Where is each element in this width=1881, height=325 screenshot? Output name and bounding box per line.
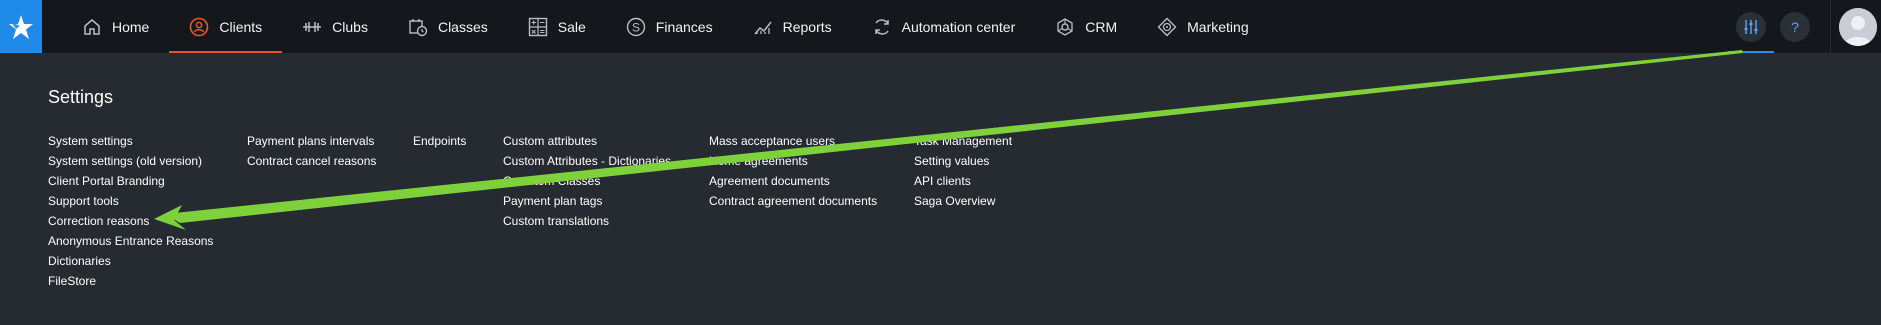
- settings-link[interactable]: Saga Overview: [914, 191, 1012, 211]
- nav-clubs[interactable]: Clubs: [282, 0, 388, 53]
- nav-clubs-label: Clubs: [332, 18, 368, 35]
- settings-column-1: System settings System settings (old ver…: [48, 131, 213, 291]
- help-button[interactable]: ?: [1780, 11, 1810, 42]
- settings-link[interactable]: Custom attributes: [503, 131, 671, 151]
- settings-column-2: Payment plans intervals Contract cancel …: [247, 131, 376, 171]
- settings-link[interactable]: Setting values: [914, 151, 1012, 171]
- svg-text:?: ?: [1791, 19, 1799, 35]
- settings-link[interactable]: Task Management: [914, 131, 1012, 151]
- nav-classes-label: Classes: [437, 18, 488, 35]
- avatar[interactable]: [1839, 7, 1877, 46]
- home-icon: [82, 17, 102, 37]
- dollar-circle-icon: S: [626, 17, 646, 37]
- nav-clients-label: Clients: [219, 18, 263, 35]
- chart-line-icon: [753, 17, 773, 37]
- settings-link[interactable]: Custom translations: [503, 211, 671, 231]
- main-nav: Home Clients Clubs Classes Sale S Financ…: [62, 0, 1269, 53]
- settings-button[interactable]: [1728, 11, 1774, 53]
- user-avatar-icon: [1839, 7, 1877, 46]
- nav-crm[interactable]: CRM: [1035, 0, 1137, 53]
- nav-finances-label: Finances: [655, 18, 713, 35]
- page-title: Settings: [48, 87, 114, 107]
- settings-link[interactable]: Endpoints: [413, 131, 466, 151]
- dumbbell-icon: [302, 17, 322, 37]
- nav-home-label: Home: [112, 18, 150, 35]
- user-menu[interactable]: [1830, 0, 1881, 53]
- settings-link[interactable]: Agreement documents: [709, 171, 877, 191]
- nav-automation-center-label: Automation center: [901, 18, 1016, 35]
- marketing-target-icon: [1157, 17, 1177, 37]
- nav-crm-label: CRM: [1085, 18, 1118, 35]
- settings-link[interactable]: Cost Item Classes: [503, 171, 671, 191]
- sliders-icon: [1744, 19, 1758, 34]
- nav-marketing[interactable]: Marketing: [1137, 0, 1268, 53]
- settings-link[interactable]: Dictionaries: [48, 251, 213, 271]
- question-icon: ?: [1791, 19, 1799, 35]
- app-logo[interactable]: [0, 0, 42, 53]
- nav-marketing-label: Marketing: [1187, 18, 1249, 35]
- nav-sale-label: Sale: [557, 18, 586, 35]
- star-logo-icon: [9, 14, 33, 39]
- nav-home[interactable]: Home: [62, 0, 169, 53]
- settings-link[interactable]: API clients: [914, 171, 1012, 191]
- settings-link[interactable]: Client Portal Branding: [48, 171, 213, 191]
- clients-icon: [189, 17, 209, 37]
- calendar-clock-icon: [408, 17, 428, 37]
- settings-link[interactable]: Support tools: [48, 191, 213, 211]
- settings-link[interactable]: System settings (old version): [48, 151, 213, 171]
- nav-finances[interactable]: S Finances: [606, 0, 733, 53]
- settings-link[interactable]: Payment plan tags: [503, 191, 671, 211]
- crm-network-icon: [1055, 17, 1075, 37]
- settings-column-6: Task Management Setting values API clien…: [914, 131, 1012, 211]
- svg-text:S: S: [632, 20, 640, 34]
- sale-grid-icon: [528, 17, 548, 37]
- nav-reports[interactable]: Reports: [733, 0, 852, 53]
- sync-icon: [872, 17, 892, 37]
- top-navigation-bar: Home Clients Clubs Classes Sale S Financ…: [0, 0, 1881, 53]
- settings-link[interactable]: Home agreements: [709, 151, 877, 171]
- settings-link[interactable]: Payment plans intervals: [247, 131, 376, 151]
- settings-link[interactable]: Custom Attributes - Dictionaries: [503, 151, 671, 171]
- settings-column-3: Endpoints: [413, 131, 466, 151]
- settings-link[interactable]: System settings: [48, 131, 213, 151]
- settings-link-correction-reasons[interactable]: Correction reasons: [48, 211, 213, 231]
- settings-link[interactable]: Contract cancel reasons: [247, 151, 376, 171]
- nav-classes[interactable]: Classes: [388, 0, 508, 53]
- right-toolbar: ?: [1728, 0, 1881, 53]
- settings-link[interactable]: Mass acceptance users: [709, 131, 877, 151]
- settings-column-5: Mass acceptance users Home agreements Ag…: [709, 131, 877, 211]
- settings-link[interactable]: Contract agreement documents: [709, 191, 877, 211]
- settings-link[interactable]: FileStore: [48, 271, 213, 291]
- nav-sale[interactable]: Sale: [508, 0, 606, 53]
- nav-reports-label: Reports: [782, 18, 832, 35]
- settings-column-4: Custom attributes Custom Attributes - Di…: [503, 131, 671, 231]
- nav-clients[interactable]: Clients: [169, 0, 282, 53]
- nav-automation-center[interactable]: Automation center: [852, 0, 1036, 53]
- settings-link[interactable]: Anonymous Entrance Reasons: [48, 231, 213, 251]
